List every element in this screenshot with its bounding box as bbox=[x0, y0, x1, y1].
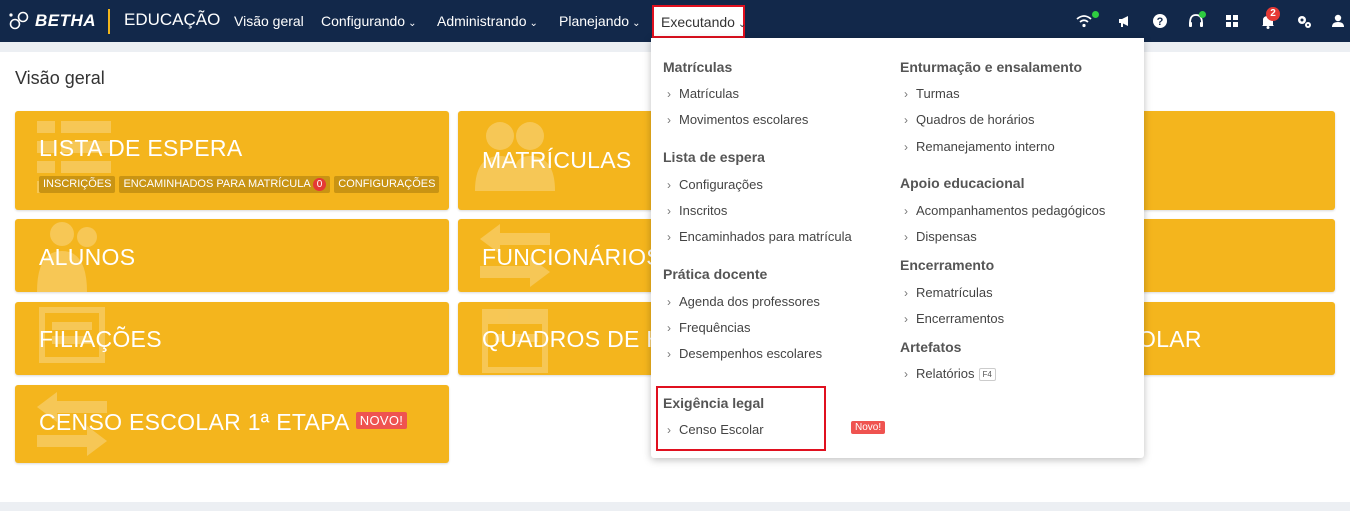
menu-item-dispensas[interactable]: › Dispensas bbox=[904, 229, 977, 244]
chevron-right-icon: › bbox=[667, 87, 671, 101]
new-badge: Novo! bbox=[851, 421, 886, 434]
menu-item-acompanhamentos-pedagogicos[interactable]: › Acompanhamentos pedagógicos bbox=[904, 203, 1105, 218]
card-lista-de-espera[interactable]: LISTA DE ESPERA INSCRIÇÕES ENCAMINHADOS … bbox=[15, 111, 449, 210]
card-title: ALUNOS bbox=[39, 244, 136, 270]
card-title: QUADROS DE H bbox=[482, 326, 664, 352]
top-navigation-bar: BETHA EDUCAÇÃO Visão geral Configurando ⌄… bbox=[0, 0, 1350, 42]
menu-item-agenda-professores[interactable]: › Agenda dos professores bbox=[667, 294, 820, 309]
menu-item-matriculas[interactable]: › Matrículas bbox=[667, 86, 739, 101]
menu-item-frequencias[interactable]: › Frequências bbox=[667, 320, 751, 335]
chevron-right-icon: › bbox=[904, 230, 908, 244]
menu-item-censo-escolar[interactable]: › Censo Escolar bbox=[667, 422, 764, 437]
betha-logo-icon bbox=[9, 11, 29, 30]
support-status-dot bbox=[1199, 11, 1206, 18]
menu-item-encerramentos[interactable]: › Encerramentos bbox=[904, 311, 1004, 326]
chevron-right-icon: › bbox=[667, 204, 671, 218]
menu-item-remanejamento-interno[interactable]: › Remanejamento interno bbox=[904, 139, 1055, 154]
app-name: EDUCAÇÃO bbox=[124, 10, 221, 29]
wifi-icon[interactable] bbox=[1075, 12, 1093, 30]
betha-logo[interactable]: BETHA bbox=[8, 9, 96, 33]
card-title: MATRÍCULAS bbox=[482, 147, 632, 173]
footer-strip bbox=[0, 502, 1350, 511]
menu-item-relatorios[interactable]: › Relatórios F4 bbox=[904, 366, 996, 382]
chevron-down-icon: ⌄ bbox=[529, 18, 538, 29]
card-title: LISTA DE ESPERA bbox=[39, 135, 243, 161]
card-title-partial: OLAR bbox=[1138, 326, 1202, 352]
logo-divider bbox=[108, 9, 110, 34]
settings-icon[interactable] bbox=[1295, 12, 1313, 30]
chip-encaminhados[interactable]: ENCAMINHADOS PARA MATRÍCULA 0 bbox=[119, 176, 331, 193]
section-lista-de-espera: Lista de espera bbox=[663, 149, 765, 165]
online-status-dot bbox=[1092, 11, 1099, 18]
count-badge: 0 bbox=[312, 178, 327, 191]
section-pratica-docente: Prática docente bbox=[663, 266, 768, 282]
chevron-right-icon: › bbox=[667, 321, 671, 335]
menu-item-configuracoes[interactable]: › Configurações bbox=[667, 177, 763, 192]
chevron-right-icon: › bbox=[667, 423, 671, 437]
chevron-down-icon: ⌄ bbox=[737, 19, 747, 30]
menu-item-inscritos[interactable]: › Inscritos bbox=[667, 203, 727, 218]
chevron-right-icon: › bbox=[667, 295, 671, 309]
menu-item-quadros-de-horarios[interactable]: › Quadros de horários bbox=[904, 112, 1035, 127]
section-exigencia-legal: Exigência legal bbox=[663, 395, 765, 411]
megaphone-icon[interactable] bbox=[1116, 12, 1134, 30]
card-title: FILIAÇÕES bbox=[39, 326, 162, 352]
user-icon[interactable] bbox=[1329, 12, 1347, 30]
nav-administrando[interactable]: Administrando ⌄ bbox=[437, 13, 538, 29]
menu-item-movimentos-escolares[interactable]: › Movimentos escolares bbox=[667, 112, 808, 127]
chevron-right-icon: › bbox=[667, 347, 671, 361]
card-title: FUNCIONÁRIOS bbox=[482, 244, 662, 270]
card-shortcuts: INSCRIÇÕES ENCAMINHADOS PARA MATRÍCULA 0 … bbox=[39, 176, 440, 193]
menu-item-turmas[interactable]: › Turmas bbox=[904, 86, 960, 101]
section-artefatos: Artefatos bbox=[900, 339, 962, 355]
chevron-down-icon: ⌄ bbox=[632, 18, 641, 29]
page-title: Visão geral bbox=[15, 68, 105, 88]
svg-text:?: ? bbox=[1157, 16, 1164, 28]
section-enturmacao: Enturmação e ensalamento bbox=[900, 59, 1083, 75]
card-alunos[interactable]: ALUNOS bbox=[15, 219, 449, 292]
chevron-right-icon: › bbox=[904, 113, 908, 127]
chevron-right-icon: › bbox=[904, 312, 908, 326]
chevron-down-icon: ⌄ bbox=[408, 18, 417, 29]
nav-visao-geral[interactable]: Visão geral bbox=[234, 13, 304, 29]
chevron-right-icon: › bbox=[904, 140, 908, 154]
help-icon[interactable]: ? bbox=[1151, 12, 1169, 30]
chevron-right-icon: › bbox=[667, 113, 671, 127]
chevron-right-icon: › bbox=[904, 204, 908, 218]
chevron-right-icon: › bbox=[667, 178, 671, 192]
section-encerramento: Encerramento bbox=[900, 257, 995, 273]
notification-count-badge: 2 bbox=[1266, 7, 1280, 21]
shortcut-key: F4 bbox=[978, 368, 996, 382]
nav-configurando[interactable]: Configurando ⌄ bbox=[321, 13, 416, 29]
chevron-right-icon: › bbox=[904, 286, 908, 300]
nav-planejando[interactable]: Planejando ⌄ bbox=[559, 13, 640, 29]
menu-item-desempenhos-escolares[interactable]: › Desempenhos escolares bbox=[667, 346, 822, 361]
nav-executando[interactable]: Executando ⌄ bbox=[652, 5, 747, 38]
card-filiacoes[interactable]: FILIAÇÕES bbox=[15, 302, 449, 375]
logo-text: BETHA bbox=[35, 11, 97, 30]
apps-grid-icon[interactable] bbox=[1223, 12, 1241, 30]
executando-dropdown-menu: Matrículas › Matrículas › Movimentos escol… bbox=[651, 38, 1144, 458]
card-title: CENSO ESCOLAR 1ª ETAPA NOVO! bbox=[39, 409, 408, 436]
chip-configuracoes[interactable]: CONFIGURAÇÕES bbox=[334, 176, 440, 193]
new-badge: NOVO! bbox=[355, 412, 408, 430]
chip-inscricoes[interactable]: INSCRIÇÕES bbox=[39, 176, 116, 193]
card-censo-escolar[interactable]: CENSO ESCOLAR 1ª ETAPA NOVO! bbox=[15, 385, 449, 463]
chevron-right-icon: › bbox=[904, 87, 908, 101]
chevron-right-icon: › bbox=[904, 367, 908, 381]
chevron-right-icon: › bbox=[667, 230, 671, 244]
menu-item-encaminhados[interactable]: › Encaminhados para matrícula bbox=[667, 229, 852, 244]
section-matriculas: Matrículas bbox=[663, 59, 733, 75]
section-apoio-educacional: Apoio educacional bbox=[900, 175, 1025, 191]
menu-item-rematriculas[interactable]: › Rematrículas bbox=[904, 285, 993, 300]
